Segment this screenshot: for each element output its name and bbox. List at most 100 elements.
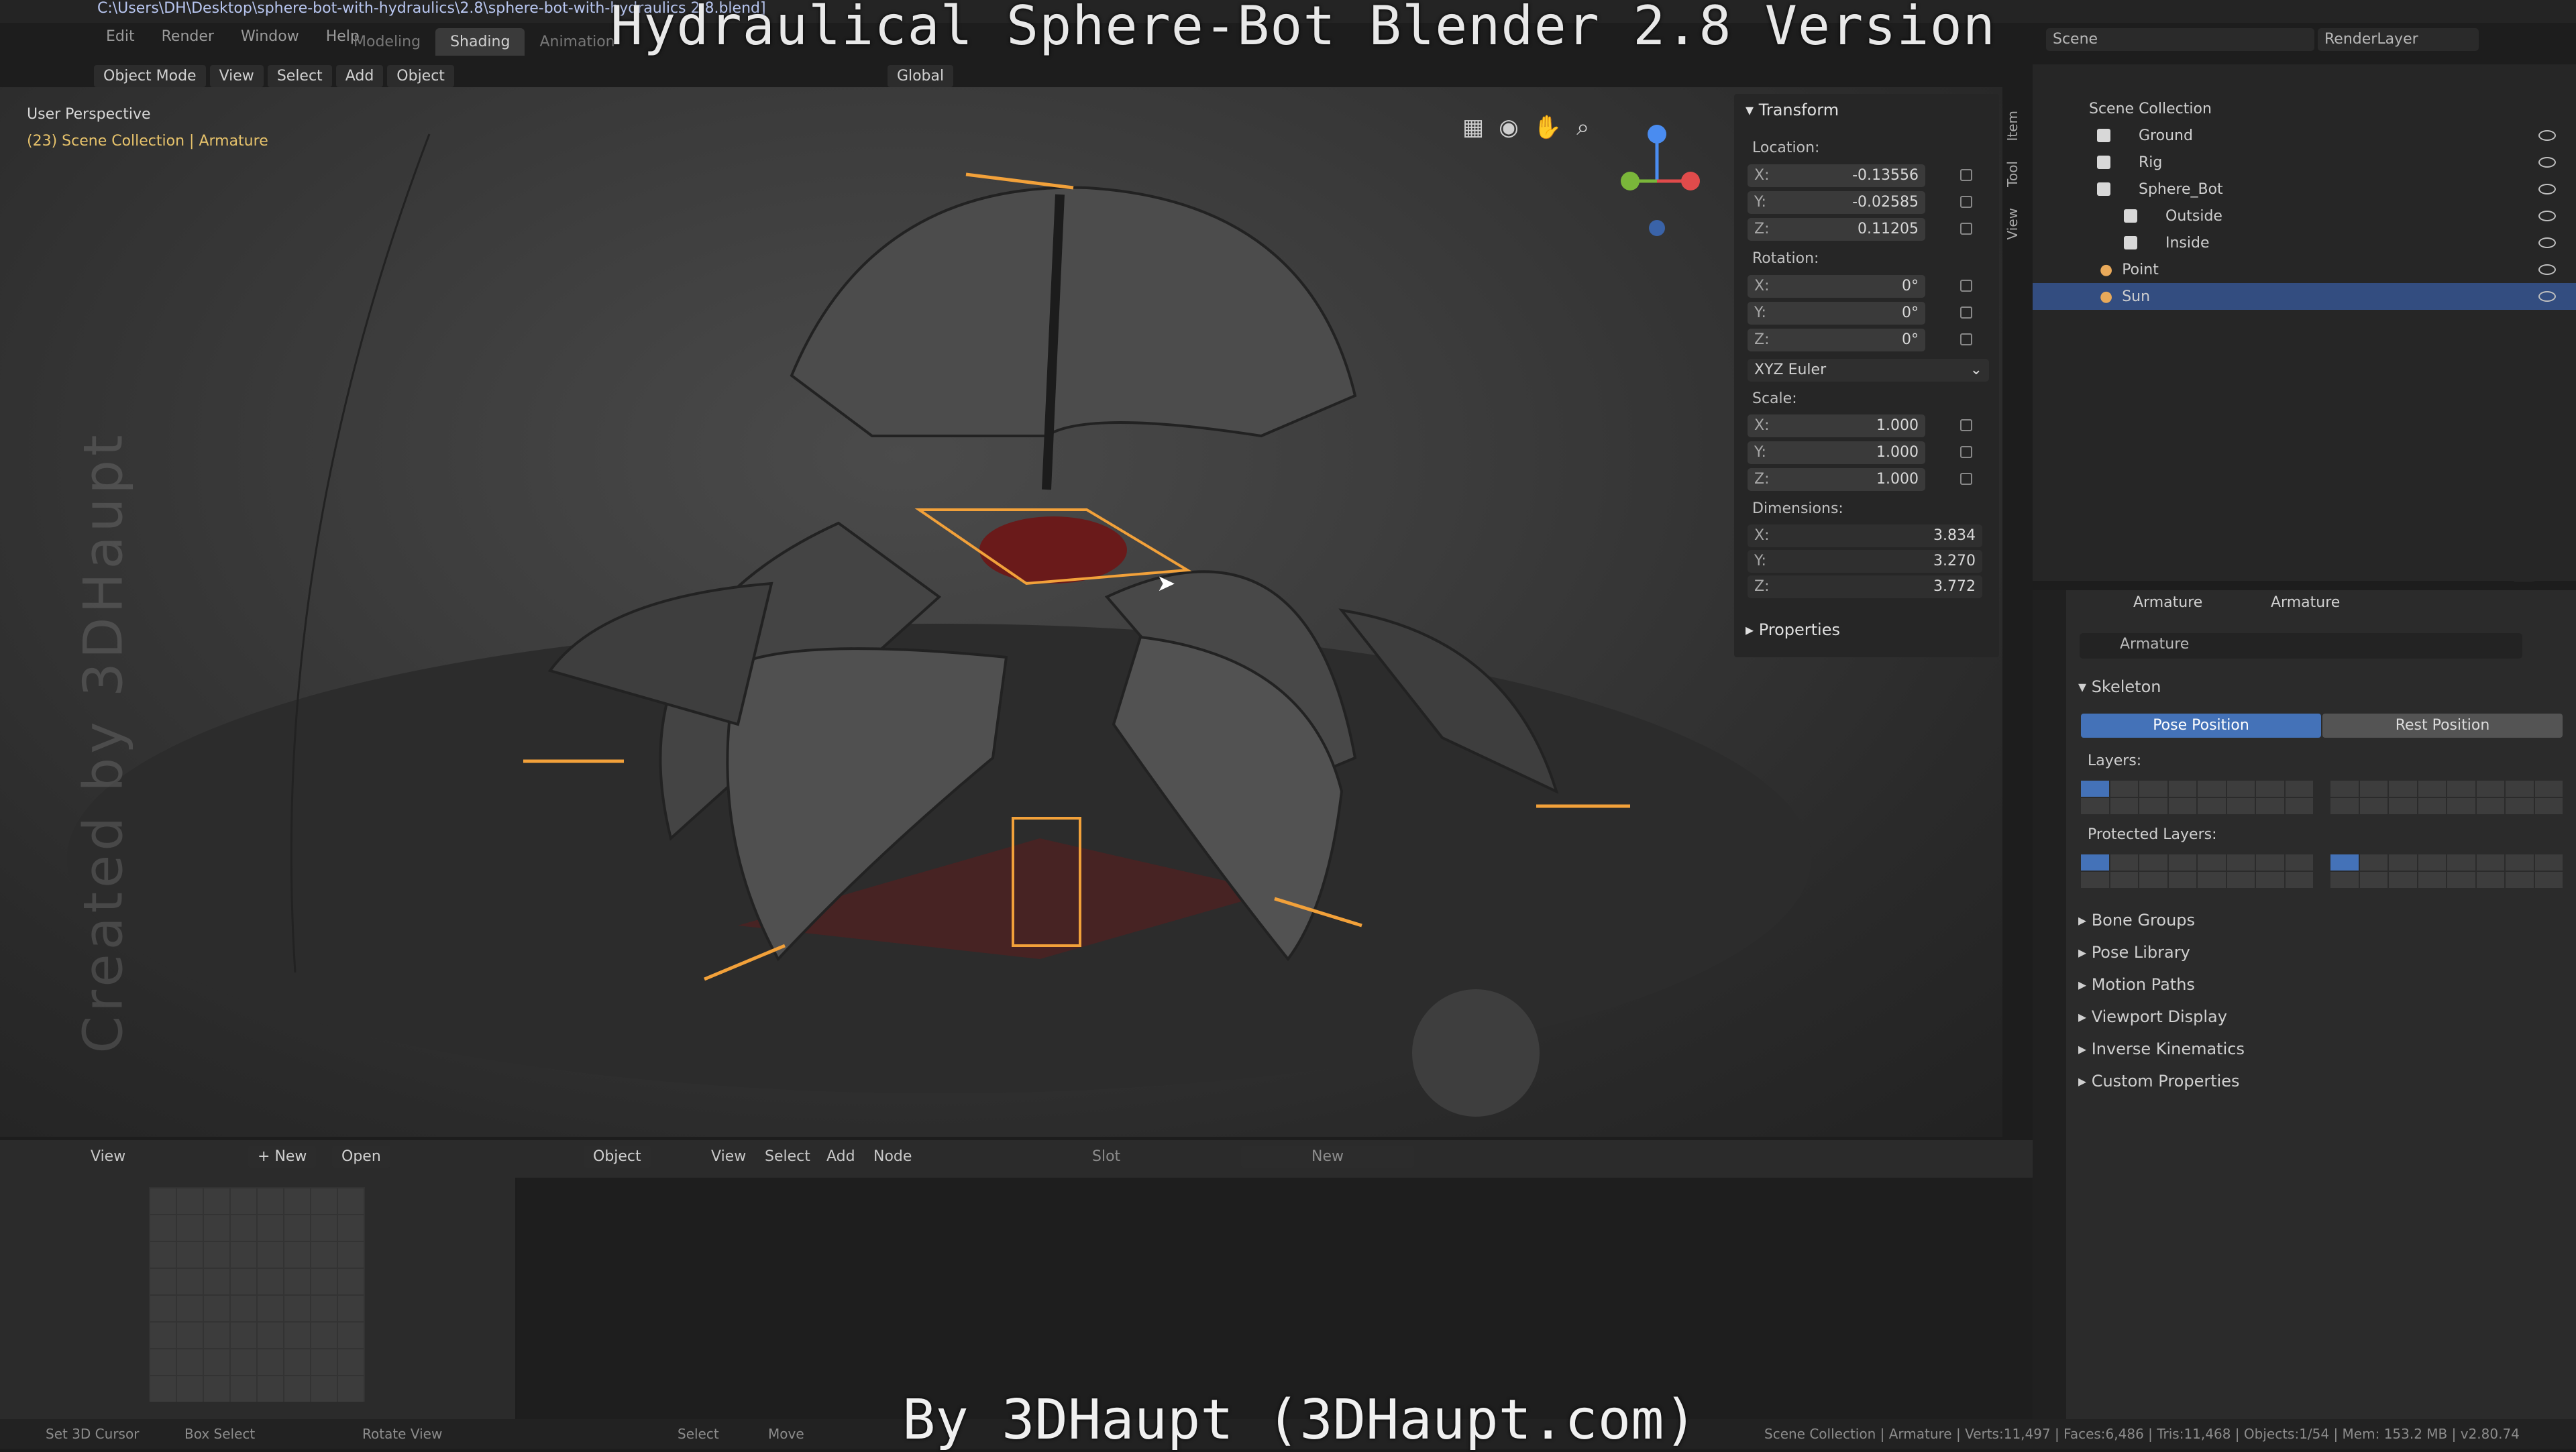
- menu-render[interactable]: Render: [148, 28, 227, 45]
- lock-icon[interactable]: [1960, 333, 1972, 345]
- menu-window[interactable]: Window: [227, 28, 313, 45]
- 3d-viewport[interactable]: ▦ ◉ ✋ ⌕ ➤: [0, 87, 2002, 1137]
- layers-label: Layers:: [2088, 752, 2142, 769]
- eye-icon[interactable]: [2538, 184, 2556, 194]
- gizmo-neg-z-icon[interactable]: [1649, 220, 1665, 236]
- gizmo-z-icon[interactable]: [1648, 125, 1666, 144]
- slot-dropdown[interactable]: Slot: [1092, 1148, 1120, 1165]
- gizmo-x-icon[interactable]: [1681, 172, 1700, 190]
- checkbox-icon[interactable]: [2097, 129, 2110, 142]
- eye-icon[interactable]: [2538, 291, 2556, 302]
- scene-selector[interactable]: Scene: [2046, 28, 2314, 51]
- lock-icon[interactable]: [1960, 169, 1972, 181]
- viewport-display-section[interactable]: ▸ Viewport Display: [2078, 1007, 2227, 1026]
- menu-select[interactable]: Select: [267, 64, 332, 87]
- eye-icon[interactable]: [2538, 157, 2556, 168]
- dimensions-y-field[interactable]: Y: 3.270: [1748, 550, 1982, 573]
- checkbox-icon[interactable]: [2124, 236, 2137, 249]
- outliner-item-label: Sphere_Bot: [2139, 180, 2223, 198]
- bone-groups-section[interactable]: ▸ Bone Groups: [2078, 911, 2195, 930]
- rest-position-button[interactable]: Rest Position: [2322, 714, 2563, 738]
- menu-view[interactable]: View: [209, 64, 264, 87]
- lock-icon[interactable]: [1960, 306, 1972, 319]
- properties-header[interactable]: ▸ Properties: [1746, 620, 1840, 639]
- axis-label: Y:: [1754, 194, 1766, 211]
- location-x-field[interactable]: X: -0.13556: [1748, 164, 1925, 187]
- checkbox-icon[interactable]: [2097, 182, 2110, 196]
- tab-view[interactable]: View: [2004, 208, 2021, 239]
- protected-layers-label: Protected Layers:: [2088, 826, 2217, 843]
- tab-modeling[interactable]: Modeling: [339, 28, 435, 56]
- node-menu-view[interactable]: View: [711, 1148, 746, 1165]
- menu-edit[interactable]: Edit: [93, 28, 148, 45]
- new-image-button[interactable]: + New: [248, 1146, 317, 1168]
- gizmo-y-icon[interactable]: [1621, 172, 1640, 190]
- navigation-gizmo[interactable]: [1610, 107, 1704, 241]
- outliner-item-rig[interactable]: Rig: [2033, 149, 2576, 176]
- rotation-x-field[interactable]: X: 0°: [1748, 275, 1925, 298]
- outliner-item-ground[interactable]: Ground: [2033, 122, 2576, 149]
- lock-icon[interactable]: [1960, 419, 1972, 431]
- checkbox-icon[interactable]: [2097, 156, 2110, 169]
- lock-icon[interactable]: [1960, 473, 1972, 485]
- node-menu-add[interactable]: Add: [826, 1148, 855, 1165]
- outliner-item-inside[interactable]: Inside: [2033, 229, 2576, 256]
- scale-x-field[interactable]: X: 1.000: [1748, 414, 1925, 437]
- new-material-button[interactable]: New: [1241, 1146, 1414, 1168]
- node-object-dropdown[interactable]: Object: [584, 1146, 651, 1168]
- outliner-item-point[interactable]: ● Point: [2033, 256, 2576, 283]
- lock-icon[interactable]: [1960, 196, 1972, 208]
- render-layer-selector[interactable]: RenderLayer: [2318, 28, 2479, 51]
- bone-layers-right[interactable]: [2330, 781, 2563, 814]
- tab-tool[interactable]: Tool: [2004, 161, 2021, 187]
- armature-data-field[interactable]: Armature: [2080, 633, 2522, 659]
- dimensions-x-field[interactable]: X: 3.834: [1748, 524, 1982, 547]
- menu-object[interactable]: Object: [387, 64, 454, 87]
- node-menu-node[interactable]: Node: [873, 1148, 912, 1165]
- rotation-z-field[interactable]: Z: 0°: [1748, 329, 1925, 351]
- protected-layers-left[interactable]: [2081, 854, 2313, 888]
- outliner-root[interactable]: Scene Collection: [2033, 95, 2576, 122]
- transform-header[interactable]: ▾ Transform: [1746, 101, 1839, 119]
- scale-z-field[interactable]: Z: 1.000: [1748, 468, 1925, 491]
- mode-dropdown[interactable]: Object Mode: [94, 64, 206, 87]
- uv-view-menu[interactable]: View: [91, 1148, 125, 1165]
- checkbox-icon[interactable]: [2124, 209, 2137, 223]
- lock-icon[interactable]: [1960, 223, 1972, 235]
- node-menu-select[interactable]: Select: [765, 1148, 810, 1165]
- eye-icon[interactable]: [2538, 211, 2556, 221]
- open-image-button[interactable]: Open: [332, 1146, 390, 1168]
- custom-properties-section[interactable]: ▸ Custom Properties: [2078, 1072, 2240, 1091]
- pose-library-section[interactable]: ▸ Pose Library: [2078, 943, 2190, 962]
- location-z-field[interactable]: Z: 0.11205: [1748, 218, 1925, 241]
- tab-shading[interactable]: Shading: [435, 28, 525, 56]
- eye-icon[interactable]: [2538, 237, 2556, 248]
- tab-item[interactable]: Item: [2004, 111, 2021, 142]
- motion-paths-section[interactable]: ▸ Motion Paths: [2078, 975, 2195, 994]
- scale-y-field[interactable]: Y: 1.000: [1748, 441, 1925, 464]
- rotation-y-field[interactable]: Y: 0°: [1748, 302, 1925, 325]
- pose-position-button[interactable]: Pose Position: [2081, 714, 2321, 738]
- camera-icon[interactable]: ◉: [1499, 114, 1519, 141]
- dimensions-z-field[interactable]: Z: 3.772: [1748, 575, 1982, 598]
- menu-add[interactable]: Add: [335, 64, 384, 87]
- outliner-item-outside[interactable]: Outside: [2033, 203, 2576, 229]
- protected-layers-right[interactable]: [2330, 854, 2563, 888]
- grid-icon[interactable]: ▦: [1462, 114, 1484, 141]
- bone-layers-left[interactable]: [2081, 781, 2313, 814]
- hand-pan-icon[interactable]: ✋: [1534, 114, 1562, 141]
- outliner-item-sphere-bot[interactable]: Sphere_Bot: [2033, 176, 2576, 203]
- eye-icon[interactable]: [2538, 130, 2556, 141]
- orientation-dropdown[interactable]: Global: [887, 64, 954, 87]
- skeleton-header[interactable]: ▾ Skeleton: [2078, 677, 2161, 696]
- location-y-field[interactable]: Y: -0.02585: [1748, 191, 1925, 214]
- outliner-item-sun[interactable]: ● Sun: [2033, 283, 2576, 310]
- lock-icon[interactable]: [1960, 446, 1972, 458]
- zoom-icon[interactable]: ⌕: [1576, 114, 1589, 141]
- video-title-overlay: Hydraulical Sphere-Bot Blender 2.8 Versi…: [610, 0, 1996, 57]
- rotation-mode-dropdown[interactable]: XYZ Euler ⌄: [1748, 359, 1989, 382]
- shader-node-editor[interactable]: [517, 1178, 2033, 1419]
- lock-icon[interactable]: [1960, 280, 1972, 292]
- inverse-kinematics-section[interactable]: ▸ Inverse Kinematics: [2078, 1040, 2245, 1058]
- eye-icon[interactable]: [2538, 264, 2556, 275]
